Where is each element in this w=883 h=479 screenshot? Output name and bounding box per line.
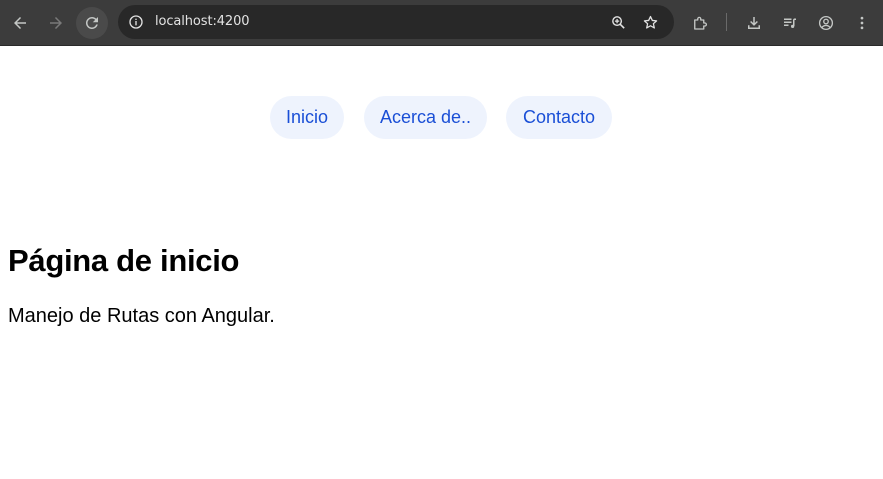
- account-circle-icon: [818, 15, 834, 31]
- bookmark-button[interactable]: [640, 12, 660, 32]
- queue-music-icon: [784, 18, 796, 29]
- browser-toolbar: localhost:4200: [0, 0, 883, 46]
- star-icon: [643, 15, 657, 29]
- address-bar[interactable]: localhost:4200: [118, 5, 674, 39]
- extensions-button[interactable]: [684, 7, 716, 39]
- puzzle-icon: [694, 16, 707, 30]
- forward-button[interactable]: [40, 7, 72, 39]
- media-controls-button[interactable]: [774, 7, 806, 39]
- nav-link-inicio[interactable]: Inicio: [270, 96, 344, 139]
- toolbar-separator: [726, 13, 727, 31]
- site-info-button[interactable]: [124, 10, 148, 34]
- reload-icon: [85, 16, 98, 29]
- page-description: Manejo de Rutas con Angular.: [8, 305, 275, 327]
- zoom-button[interactable]: [608, 12, 628, 32]
- more-vertical-icon: [860, 16, 864, 30]
- arrow-right-icon: [50, 17, 62, 29]
- downloads-button[interactable]: [738, 7, 770, 39]
- nav-link-contacto[interactable]: Contacto: [506, 96, 612, 139]
- arrow-left-icon: [14, 17, 26, 29]
- browser-menu-button[interactable]: [846, 7, 878, 39]
- url-text[interactable]: localhost:4200: [155, 14, 250, 29]
- nav-link-acerca[interactable]: Acerca de..: [364, 96, 487, 139]
- info-icon: [129, 15, 143, 29]
- main-nav: Inicio Acerca de.. Contacto: [0, 96, 883, 139]
- back-button[interactable]: [4, 7, 36, 39]
- zoom-in-icon: [611, 15, 625, 29]
- reload-button[interactable]: [76, 7, 108, 39]
- page-title: Página de inicio: [8, 243, 240, 278]
- profile-button[interactable]: [810, 7, 842, 39]
- download-icon: [748, 17, 760, 29]
